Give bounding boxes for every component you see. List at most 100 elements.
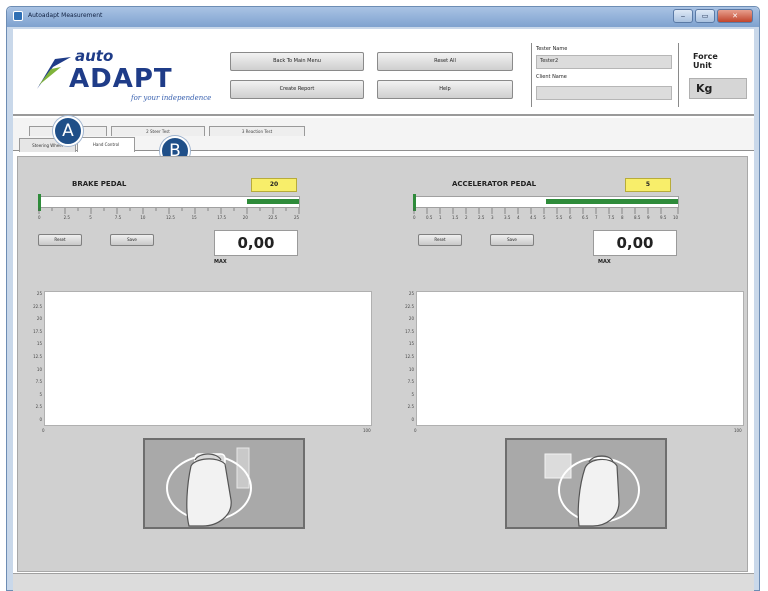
sub-tab-bar: Steering Wheel Hand Control bbox=[13, 136, 754, 152]
brake-tick-label: 10 bbox=[140, 215, 146, 220]
brake-pedal-title: BRAKE PEDAL bbox=[72, 180, 127, 188]
brake-tick-label: 20 bbox=[242, 215, 248, 220]
accelerator-slider-fill bbox=[546, 199, 678, 204]
accelerator-save-button[interactable]: Save bbox=[490, 234, 534, 246]
brake-tick-label: 2.5 bbox=[63, 215, 70, 220]
logo-brand-name: ADAPT bbox=[69, 64, 173, 94]
accelerator-tick-labels: 0 0.5 1 1.5 2 2.5 3 3.5 4 4.5 5 5.5 6 6.5 7 7.5 8 8.5 9 9.5… bbox=[413, 215, 679, 221]
foot-on-accelerator-pedal-icon bbox=[544, 453, 640, 527]
header: auto ADAPT for your independence Back To… bbox=[13, 29, 754, 116]
brake-tick-label: 7.5 bbox=[114, 215, 122, 220]
brake-max-value: 0,00 bbox=[214, 230, 298, 256]
brake-save-button[interactable]: Save bbox=[110, 234, 154, 246]
brake-tick-label: 15 bbox=[191, 215, 197, 220]
brake-y-tick-label: 25 bbox=[36, 291, 42, 296]
help-button[interactable]: Help bbox=[377, 80, 513, 99]
tester-name-field[interactable]: Tester2 bbox=[536, 55, 672, 69]
accelerator-max-label: MAX bbox=[598, 259, 611, 265]
callout-a: A bbox=[53, 116, 83, 146]
autoadapt-logo: auto ADAPT for your independence bbox=[35, 45, 215, 107]
window-title: Autoadapt Measurement bbox=[28, 12, 103, 19]
accelerator-tick-label: 2.5 bbox=[478, 215, 485, 220]
force-unit-value[interactable]: Kg bbox=[689, 78, 747, 99]
create-report-button[interactable]: Create Report bbox=[230, 80, 364, 99]
brake-plot-x-end: 100 bbox=[363, 428, 371, 433]
client-name-field[interactable] bbox=[536, 86, 672, 100]
maximize-button[interactable]: ▭ bbox=[695, 9, 715, 23]
header-divider-right bbox=[678, 43, 679, 107]
accelerator-tick-label: 7 bbox=[595, 215, 598, 220]
accelerator-pedal-image bbox=[505, 438, 667, 529]
brake-reset-button[interactable]: Reset bbox=[38, 234, 82, 246]
accelerator-y-tick-label: 2.5 bbox=[407, 404, 414, 410]
status-bar bbox=[13, 573, 754, 591]
accelerator-tick-label: 9 bbox=[647, 215, 650, 220]
accelerator-slider[interactable] bbox=[413, 194, 679, 211]
accelerator-tick-label: 9.5 bbox=[660, 215, 667, 220]
back-to-main-menu-button[interactable]: Back To Main Menu bbox=[230, 52, 364, 71]
logo-brand-prefix: auto bbox=[75, 47, 114, 65]
accelerator-tick-label: 2 bbox=[465, 215, 468, 220]
accelerator-reset-button[interactable]: Reset bbox=[418, 234, 462, 246]
minimize-button[interactable]: ‒ bbox=[673, 9, 693, 23]
accelerator-y-tick-label: 17.5 bbox=[405, 328, 414, 334]
force-unit-label: Force Unit bbox=[693, 52, 718, 70]
brake-y-tick-label: 12.5 bbox=[33, 354, 42, 359]
accelerator-pedal-title: ACCELERATOR PEDAL bbox=[452, 180, 537, 188]
brake-y-tick-label: 5 bbox=[39, 391, 42, 397]
accelerator-tick-label: 4 bbox=[517, 215, 520, 220]
accelerator-tick-label: 8.5 bbox=[634, 215, 641, 220]
reset-all-button[interactable]: Reset All bbox=[377, 52, 513, 71]
brake-y-tick-label: 17.5 bbox=[33, 328, 42, 334]
accelerator-tick-label: 1.5 bbox=[452, 215, 459, 220]
accelerator-y-tick-label: 7.5 bbox=[407, 379, 414, 385]
subtab-hand-control[interactable]: Hand Control bbox=[77, 137, 135, 152]
brake-plot-y-axis: 25 22.5 20 17.5 15 12.5 10 7.5 5 2.5 0 bbox=[24, 291, 44, 422]
brake-slider[interactable] bbox=[38, 194, 300, 211]
accelerator-tick-label: 7.5 bbox=[608, 215, 615, 220]
accelerator-y-tick-label: 12.5 bbox=[405, 354, 414, 359]
brake-tick-label: 5 bbox=[89, 215, 92, 220]
accelerator-tick-label: 5 bbox=[543, 215, 546, 220]
brake-tick-label: 12.5 bbox=[166, 215, 175, 220]
accelerator-y-tick-label: 20 bbox=[408, 316, 414, 322]
app-icon bbox=[13, 11, 23, 21]
brake-y-tick-label: 10 bbox=[36, 366, 42, 372]
accelerator-y-tick-label: 25 bbox=[408, 291, 414, 296]
header-divider bbox=[531, 43, 532, 107]
window-controls: ‒ ▭ ✕ bbox=[673, 9, 753, 23]
brake-current-value: 20 bbox=[251, 178, 297, 192]
brake-force-plot bbox=[44, 291, 372, 426]
brake-tick-labels: 0 2.5 5 7.5 10 12.5 15 17.5 20 22.5 25 bbox=[38, 215, 300, 221]
accelerator-tick-label: 3.5 bbox=[504, 215, 511, 220]
brake-tick-label: 0 bbox=[38, 215, 41, 220]
brake-max-label: MAX bbox=[214, 259, 227, 265]
title-bar[interactable]: Autoadapt Measurement ‒ ▭ ✕ bbox=[7, 7, 759, 27]
force-unit-label-line2: Unit bbox=[693, 61, 712, 70]
accelerator-current-value: 5 bbox=[625, 178, 671, 192]
brake-y-tick-label: 0 bbox=[39, 417, 42, 422]
brake-y-tick-label: 20 bbox=[36, 316, 42, 322]
close-button[interactable]: ✕ bbox=[717, 9, 753, 23]
brake-y-tick-label: 2.5 bbox=[35, 404, 42, 410]
accelerator-y-tick-label: 0 bbox=[411, 417, 414, 422]
client-area: auto ADAPT for your independence Back To… bbox=[13, 29, 754, 591]
brake-tick-label: 22.5 bbox=[268, 215, 278, 220]
brake-tick-label: 25 bbox=[294, 215, 300, 220]
accelerator-plot-y-axis: 25 22.5 20 17.5 15 12.5 10 7.5 5 2.5 0 bbox=[396, 291, 416, 422]
main-tab-bar: 1 Steering 2 Steer Test 3 Reaction Test bbox=[13, 118, 754, 137]
accelerator-tick-label: 10 bbox=[673, 215, 679, 220]
brake-plot-x-start: 0 bbox=[42, 428, 45, 433]
logo-swoosh-icon bbox=[37, 57, 71, 89]
accelerator-tick-label: 0 bbox=[413, 215, 416, 220]
accelerator-y-tick-label: 15 bbox=[408, 341, 414, 347]
accelerator-plot-x-end: 100 bbox=[734, 428, 742, 433]
accelerator-tick-label: 1 bbox=[439, 215, 442, 220]
pedal-measurement-panel: BRAKE PEDAL 20 0 2.5 5 7.5 10 12.5 15 17.5 2 bbox=[17, 156, 748, 572]
brake-y-tick-label: 22.5 bbox=[33, 303, 42, 309]
client-name-label: Client Name bbox=[536, 74, 567, 80]
brake-y-tick-label: 15 bbox=[36, 341, 42, 347]
brake-y-tick-label: 7.5 bbox=[35, 379, 42, 385]
accelerator-force-plot bbox=[416, 291, 744, 426]
force-unit-label-line1: Force bbox=[693, 52, 718, 61]
